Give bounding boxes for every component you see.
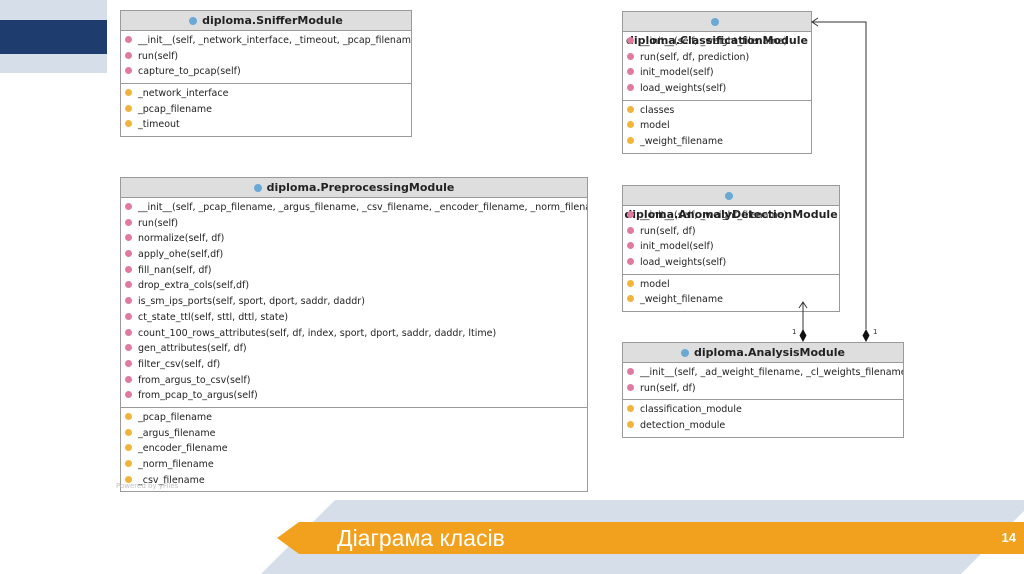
page-number: 14 [1001,530,1016,545]
multiplicity-label: 1 [873,328,877,336]
multiplicity-label: 1 [792,328,796,336]
slide-title: Діаграма класів [337,525,505,551]
composition-analysis-anomaly: 1 [792,301,808,342]
composition-analysis-classification: 1 [811,17,877,342]
composition-diamond [862,329,870,342]
composition-diamond [799,329,807,342]
watermark: Powered by yFiles [116,482,179,490]
